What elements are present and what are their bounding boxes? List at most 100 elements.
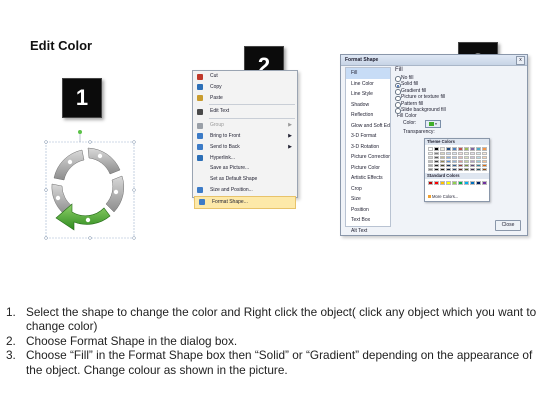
color-swatch[interactable]	[440, 160, 445, 163]
category-reflection[interactable]: Reflection	[346, 110, 390, 121]
color-swatch[interactable]	[476, 152, 481, 155]
menu-item-bring-to-front[interactable]: Bring to Front ▶	[193, 131, 297, 142]
color-swatch[interactable]	[476, 160, 481, 163]
category-alt-text[interactable]: Alt Text	[346, 226, 390, 237]
menu-item-group[interactable]: Group ▶	[193, 120, 297, 131]
color-swatch[interactable]	[428, 160, 433, 163]
radio-button[interactable]	[395, 108, 401, 114]
category-line-color[interactable]: Line Color	[346, 79, 390, 90]
color-swatch[interactable]	[446, 160, 451, 163]
color-swatch[interactable]	[440, 156, 445, 159]
menu-item-paste[interactable]: Paste	[193, 93, 297, 104]
category-3d-format[interactable]: 3-D Format	[346, 131, 390, 142]
close-button[interactable]: Close	[495, 220, 521, 231]
color-swatch[interactable]	[470, 164, 475, 167]
color-swatch[interactable]	[458, 156, 463, 159]
color-swatch[interactable]	[434, 152, 439, 155]
color-swatch[interactable]	[470, 181, 475, 185]
menu-item-size-and-position[interactable]: Size and Position...	[193, 185, 297, 196]
color-swatch[interactable]	[464, 147, 469, 151]
category-picture-corrections[interactable]: Picture Corrections	[346, 152, 390, 163]
color-swatch[interactable]	[452, 156, 457, 159]
menu-item-format-shape[interactable]: Format Shape...	[194, 195, 296, 209]
color-swatch[interactable]	[428, 147, 433, 151]
color-swatch[interactable]	[428, 168, 433, 171]
color-swatch[interactable]	[428, 164, 433, 167]
color-swatch[interactable]	[434, 164, 439, 167]
color-swatch[interactable]	[476, 168, 481, 171]
color-swatch[interactable]	[482, 160, 487, 163]
color-swatch[interactable]	[464, 160, 469, 163]
color-swatch[interactable]	[482, 147, 487, 151]
menu-item-edit-text[interactable]: Edit Text	[193, 106, 297, 117]
color-swatch[interactable]	[446, 147, 451, 151]
menu-item-set-default-shape[interactable]: Set as Default Shape	[193, 174, 297, 185]
color-swatch[interactable]	[482, 164, 487, 167]
color-swatch[interactable]	[470, 156, 475, 159]
color-swatch[interactable]	[458, 147, 463, 151]
color-swatch[interactable]	[470, 152, 475, 155]
color-swatch[interactable]	[464, 164, 469, 167]
color-swatch[interactable]	[464, 156, 469, 159]
color-swatch[interactable]	[452, 181, 457, 185]
category-artistic-effects[interactable]: Artistic Effects	[346, 173, 390, 184]
color-swatch[interactable]	[446, 156, 451, 159]
color-swatch[interactable]	[482, 156, 487, 159]
color-swatch[interactable]	[452, 152, 457, 155]
color-swatch[interactable]	[458, 168, 463, 171]
close-icon[interactable]: x	[516, 56, 525, 65]
color-swatch[interactable]	[434, 160, 439, 163]
more-colors-link[interactable]: More Colors...	[428, 194, 458, 199]
color-swatch[interactable]	[446, 164, 451, 167]
color-swatch[interactable]	[464, 181, 469, 185]
category-fill[interactable]: Fill	[346, 68, 390, 79]
color-swatch[interactable]	[458, 181, 463, 185]
option-slide-background-fill[interactable]: Slide background fill	[395, 107, 521, 114]
color-swatch[interactable]	[434, 156, 439, 159]
color-swatch[interactable]	[452, 164, 457, 167]
menu-item-send-to-back[interactable]: Send to Back ▶	[193, 142, 297, 153]
category-text-box[interactable]: Text Box	[346, 215, 390, 226]
color-swatch[interactable]	[476, 156, 481, 159]
color-swatch[interactable]	[458, 152, 463, 155]
menu-item-save-as-picture[interactable]: Save as Picture...	[193, 163, 297, 174]
color-swatch[interactable]	[452, 168, 457, 171]
category-glow[interactable]: Glow and Soft Edges	[346, 121, 390, 132]
color-swatch[interactable]	[476, 164, 481, 167]
color-swatch[interactable]	[428, 181, 433, 185]
color-swatch[interactable]	[440, 168, 445, 171]
color-swatch[interactable]	[440, 164, 445, 167]
color-swatch[interactable]	[470, 147, 475, 151]
category-size[interactable]: Size	[346, 194, 390, 205]
color-swatch[interactable]	[452, 147, 457, 151]
color-swatch[interactable]	[434, 168, 439, 171]
menu-item-copy[interactable]: Copy	[193, 82, 297, 93]
color-swatch[interactable]	[434, 181, 439, 185]
color-swatch[interactable]	[458, 164, 463, 167]
color-swatch[interactable]	[434, 147, 439, 151]
color-swatch[interactable]	[464, 168, 469, 171]
color-swatch[interactable]	[446, 181, 451, 185]
color-swatch[interactable]	[482, 152, 487, 155]
color-swatch[interactable]	[476, 147, 481, 151]
color-swatch[interactable]	[446, 152, 451, 155]
color-swatch[interactable]	[440, 181, 445, 185]
color-swatch[interactable]	[464, 152, 469, 155]
color-swatch[interactable]	[452, 160, 457, 163]
category-position[interactable]: Position	[346, 205, 390, 216]
menu-item-hyperlink[interactable]: Hyperlink...	[193, 153, 297, 164]
category-picture-color[interactable]: Picture Color	[346, 163, 390, 174]
category-shadow[interactable]: Shadow	[346, 100, 390, 111]
menu-item-cut[interactable]: Cut	[193, 71, 297, 82]
cycle-diagram[interactable]	[34, 126, 136, 244]
color-swatch[interactable]	[440, 152, 445, 155]
color-swatch[interactable]	[458, 160, 463, 163]
color-swatch[interactable]	[476, 181, 481, 185]
category-3d-rotation[interactable]: 3-D Rotation	[346, 142, 390, 153]
color-swatch[interactable]	[470, 160, 475, 163]
color-swatch[interactable]	[470, 168, 475, 171]
color-swatch[interactable]	[446, 168, 451, 171]
color-picker-button[interactable]: ▼	[425, 120, 441, 129]
color-swatch[interactable]	[428, 156, 433, 159]
color-swatch[interactable]	[482, 181, 487, 185]
